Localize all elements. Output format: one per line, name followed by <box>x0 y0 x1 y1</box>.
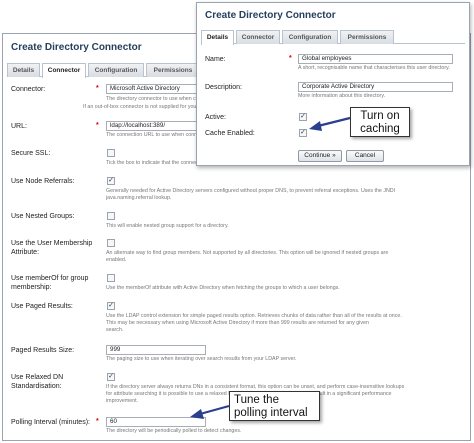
tab-connector[interactable]: Connector <box>236 30 280 44</box>
node-referrals-help: Generally needed for Active Directory se… <box>106 188 396 194</box>
active-label: Active: <box>205 114 227 121</box>
description-help: More information about this directory. <box>298 93 386 99</box>
tab-permissions[interactable]: Permissions <box>146 63 200 77</box>
user-membership-label-2: Attribute: <box>11 249 40 256</box>
node-referrals-label: Use Node Referrals: <box>11 178 75 185</box>
cache-enabled-label: Cache Enabled: <box>205 130 255 137</box>
memberof-label-2: membership: <box>11 284 52 291</box>
node-referrals-help-2: java.naming.referral lookup. <box>106 195 172 201</box>
url-input[interactable]: ldap://localhost:389/ <box>106 121 206 131</box>
name-label: Name: <box>205 56 226 63</box>
url-required-mark: * <box>96 122 99 129</box>
details-panel-title: Create Directory Connector <box>205 10 336 21</box>
caching-callout: Turn on caching <box>350 107 410 137</box>
paged-results-help-2: This may be necessary when using Microso… <box>106 320 369 326</box>
connector-select[interactable]: Microsoft Active Directory <box>106 84 206 94</box>
details-panel: Create Directory Connector Details Conne… <box>196 2 470 166</box>
paged-size-label: Paged Results Size: <box>11 347 75 354</box>
user-membership-checkbox[interactable] <box>107 239 115 247</box>
active-checkbox[interactable]: ✓ <box>299 113 307 121</box>
connector-panel-title: Create Directory Connector <box>11 42 142 53</box>
relaxed-dn-help: If the directory server always returns D… <box>106 384 405 390</box>
caching-callout-line2: caching <box>360 123 400 135</box>
memberof-label: Use memberOf for group <box>11 275 89 282</box>
polling-interval-input[interactable]: 60 <box>106 417 206 427</box>
connector-required-mark: * <box>96 85 99 92</box>
secure-ssl-help: Tick the box to indicate that the connec… <box>106 160 204 166</box>
polling-callout: Tune the polling interval <box>229 391 320 421</box>
polling-callout-line2: polling interval <box>234 407 308 419</box>
tab-configuration[interactable]: Configuration <box>282 30 338 44</box>
paged-results-help: Use the LDAP control extension for simpl… <box>106 313 402 319</box>
polling-interval-help: The directory will be periodically polle… <box>106 428 242 434</box>
description-label: Description: <box>205 84 242 91</box>
nested-groups-checkbox[interactable] <box>107 212 115 220</box>
connector-help: The directory connector to use when comm… <box>106 96 204 102</box>
description-input[interactable]: Corporate Active Directory <box>298 82 453 92</box>
url-label: URL: <box>11 123 27 130</box>
tab-permissions[interactable]: Permissions <box>340 30 394 44</box>
name-input[interactable]: Global employees <box>298 54 453 64</box>
paged-results-checkbox[interactable]: ✓ <box>107 302 115 310</box>
cancel-button[interactable]: Cancel <box>346 150 384 162</box>
connector-label: Connector: <box>11 86 46 93</box>
node-referrals-checkbox[interactable]: ✓ <box>107 177 115 185</box>
tab-details[interactable]: Details <box>201 30 234 45</box>
caching-callout-line1: Turn on <box>360 110 400 122</box>
name-help: A short, recognisable name that characte… <box>298 65 450 71</box>
user-membership-label: Use the User Membership <box>11 240 93 247</box>
memberof-help: Use the memberOf attribute with Active D… <box>106 285 340 291</box>
nested-groups-help: This will enable nested group support fo… <box>106 223 229 229</box>
name-required-mark: * <box>289 55 292 62</box>
cache-enabled-checkbox[interactable]: ✓ <box>299 129 307 137</box>
user-membership-help: An alternate way to find group members. … <box>106 250 389 256</box>
details-panel-tabs: Details Connector Configuration Permissi… <box>201 30 465 45</box>
secure-ssl-label: Secure SSL: <box>11 150 51 157</box>
polling-callout-line1: Tune the <box>234 394 279 406</box>
relaxed-dn-label: Use Relaxed DN <box>11 374 64 381</box>
tab-configuration[interactable]: Configuration <box>88 63 144 77</box>
polling-required-mark: * <box>96 418 99 425</box>
connector-help-2: If an out-of-box connector is not suppli… <box>83 104 204 110</box>
paged-size-help: The paging size to use when iterating ov… <box>106 356 297 362</box>
continue-button[interactable]: Continue » <box>298 150 342 162</box>
url-help: The connection URL to use when connectin… <box>106 132 204 138</box>
tab-connector[interactable]: Connector <box>42 63 86 78</box>
paged-size-input[interactable]: 999 <box>106 345 206 355</box>
user-membership-help-2: enabled. <box>106 257 127 263</box>
tab-details[interactable]: Details <box>7 63 40 77</box>
polling-interval-label: Polling Interval (minutes): <box>11 419 90 426</box>
paged-results-help-3: search. <box>106 327 124 333</box>
relaxed-dn-checkbox[interactable]: ✓ <box>107 373 115 381</box>
memberof-checkbox[interactable] <box>107 274 115 282</box>
secure-ssl-checkbox[interactable] <box>107 149 115 157</box>
nested-groups-label: Use Nested Groups: <box>11 213 75 220</box>
relaxed-dn-label-2: Standardisation: <box>11 383 62 390</box>
paged-results-label: Use Paged Results: <box>11 303 73 310</box>
